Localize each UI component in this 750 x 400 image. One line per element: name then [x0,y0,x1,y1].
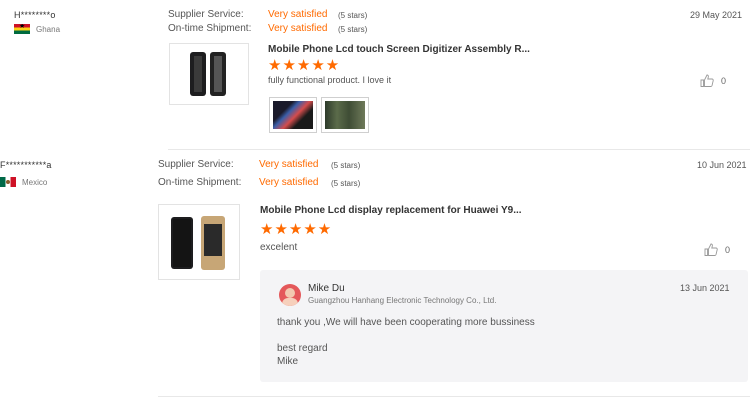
thumbs-up-icon [704,243,718,256]
product-thumbnail[interactable] [169,43,249,105]
on-time-shipment-label: On-time Shipment: [158,177,242,188]
supplier-service-label: Supplier Service: [168,9,244,20]
review-photo[interactable] [269,97,317,133]
buyer-country: Ghana [14,24,60,34]
like-count: 0 [725,244,731,255]
on-time-shipment-stars: (5 stars) [338,25,368,34]
supplier-service-value: Very satisfied [268,9,328,20]
seller-company: Guangzhou Hanhang Electronic Technology … [308,296,497,305]
review-date: 29 May 2021 [690,10,743,20]
review-divider [168,149,750,150]
on-time-shipment-value: Very satisfied [268,23,328,34]
reply-date: 13 Jun 2021 [680,283,730,293]
rating-stars: ★★★★★ [268,57,341,74]
buyer-country: Mexico [0,177,47,187]
review-comment: fully functional product. I love it [268,75,392,85]
ghana-flag-icon [14,24,30,34]
country-label: Mexico [22,177,48,187]
on-time-shipment-label: On-time Shipment: [168,23,252,34]
like-button[interactable]: 0 [700,74,726,87]
product-title-link[interactable]: Mobile Phone Lcd display replacement for… [260,205,522,216]
review-divider [158,396,750,397]
product-thumbnail[interactable] [158,204,240,280]
product-title-link[interactable]: Mobile Phone Lcd touch Screen Digitizer … [268,44,530,55]
on-time-shipment-value: Very satisfied [259,177,319,188]
review-photo[interactable] [321,97,369,133]
supplier-service-stars: (5 stars) [331,161,361,170]
thumbs-up-icon [700,74,714,87]
seller-name: Mike Du [308,283,345,294]
on-time-shipment-stars: (5 stars) [331,179,361,188]
review-comment: excelent [260,242,298,253]
like-count: 0 [721,75,727,86]
buyer-name: F***********a [0,160,52,170]
reply-message: thank you ,We will have been cooperating… [277,317,535,328]
supplier-service-stars: (5 stars) [338,11,368,20]
seller-avatar [279,284,301,306]
country-label: Ghana [36,24,61,34]
supplier-service-value: Very satisfied [259,159,319,170]
reply-closing: best regard [277,343,328,354]
buyer-name: H********o [14,10,56,20]
mexico-flag-icon [0,177,16,187]
review-date: 10 Jun 2021 [697,160,747,170]
like-button[interactable]: 0 [704,243,730,256]
reply-signature: Mike [277,356,299,367]
seller-reply: Mike Du Guangzhou Hanhang Electronic Tec… [260,270,748,382]
rating-stars: ★★★★★ [260,221,333,238]
supplier-service-label: Supplier Service: [158,159,234,170]
